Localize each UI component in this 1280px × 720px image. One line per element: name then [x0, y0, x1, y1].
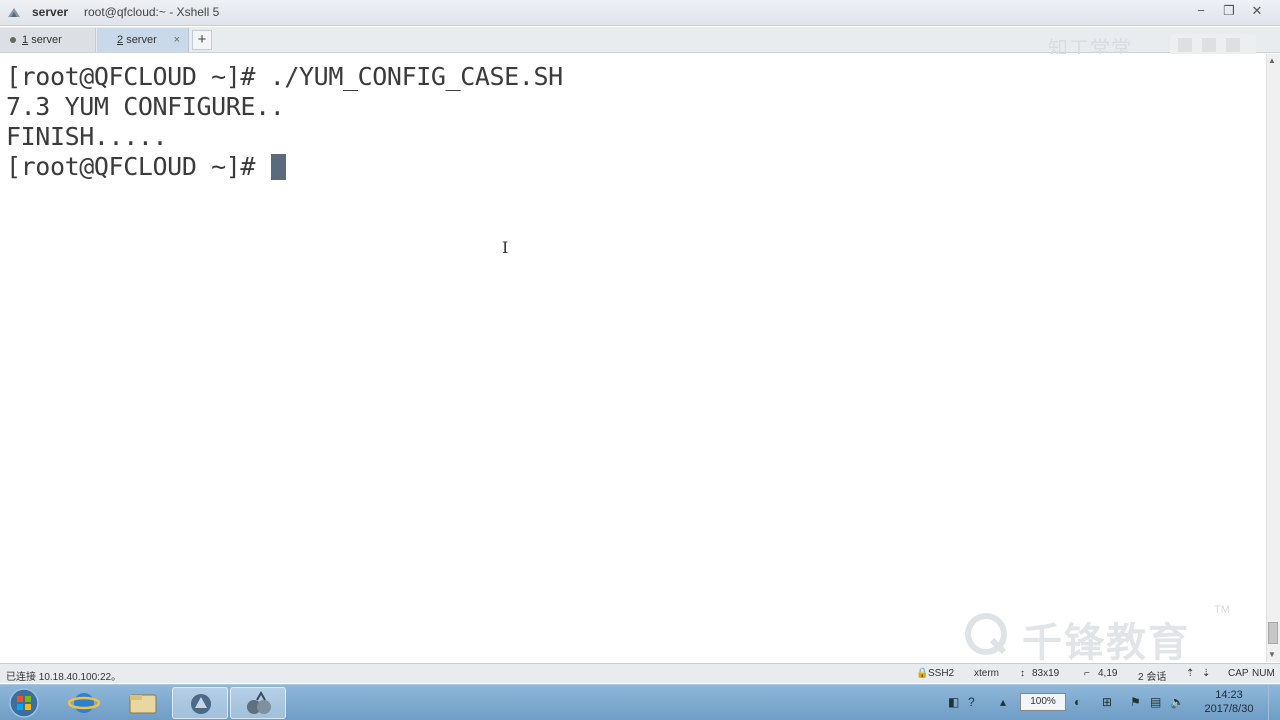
- window-title: root@qfcloud:~ - Xshell 5: [84, 5, 220, 19]
- tab-number: 1: [22, 34, 29, 46]
- network-icon[interactable]: ▤: [1150, 695, 1161, 709]
- app-name: server: [32, 5, 69, 19]
- trademark-symbol: TM: [1214, 604, 1230, 616]
- connection-status: 已连接 10.18.40.100:22。: [6, 672, 122, 683]
- tray-flag-status-icon[interactable]: ⚑: [1130, 695, 1141, 709]
- terminal-line: 7.3 YUM CONFIGURE..: [6, 92, 285, 121]
- volume-icon[interactable]: 🔈: [1170, 695, 1185, 709]
- session-count: 2 会话: [1138, 672, 1167, 683]
- restore-button[interactable]: ❐: [1218, 2, 1240, 20]
- terminal-prompt: [root@QFCLOUD ~]#: [6, 152, 270, 181]
- resize-icon: ↕: [1020, 668, 1025, 679]
- scroll-up-arrow-icon[interactable]: ▲: [1268, 56, 1276, 65]
- clock-date: 2017/8/30: [1204, 703, 1254, 715]
- tray-record-icon[interactable]: ◐: [1074, 695, 1081, 709]
- terminal-type: xterm: [974, 668, 999, 679]
- status-bar: 已连接 10.18.40.100:22。 🔒 SSH2 xterm ↕ 83x1…: [0, 663, 1280, 683]
- tab-session-1[interactable]: 1 server: [0, 28, 96, 52]
- title-bar: server root@qfcloud:~ - Xshell 5 − ❐ ✕: [0, 0, 1280, 26]
- tray-flag-icon[interactable]: ◧: [948, 695, 959, 709]
- folder-icon: [129, 694, 157, 714]
- close-tab-icon[interactable]: ×: [174, 28, 180, 52]
- position-icon: ⌐: [1084, 668, 1090, 679]
- watermark-brand-text: 千锋教育: [1022, 621, 1190, 665]
- tray-arrow-icon[interactable]: ▴: [1000, 695, 1006, 709]
- upload-arrow-icon[interactable]: ⇡: [1186, 668, 1194, 679]
- terminal-line: [root@QFCLOUD ~]# ./YUM_CONFIG_CASE.SH: [6, 62, 563, 91]
- qianfeng-logo-icon: [965, 613, 1007, 655]
- watermark-bottom: 千锋教育 TM: [962, 600, 1242, 665]
- text-cursor: [270, 154, 286, 180]
- tab-label: server: [126, 34, 157, 46]
- xshell-icon: [191, 694, 211, 714]
- download-arrow-icon[interactable]: ⇣: [1202, 668, 1210, 679]
- terminal-size: 83x19: [1032, 668, 1060, 679]
- show-desktop-button[interactable]: [1268, 685, 1280, 720]
- scroll-down-arrow-icon[interactable]: ▼: [1268, 650, 1276, 659]
- ibeam-cursor-icon: I: [502, 238, 509, 257]
- explorer-taskbar-button[interactable]: [114, 687, 170, 719]
- app-taskbar-button[interactable]: [230, 687, 286, 719]
- xshell-app-icon[interactable]: [6, 5, 22, 21]
- terminal-prompt-line: [root@QFCLOUD ~]#: [6, 152, 286, 181]
- cherry-app-icon: [247, 690, 271, 714]
- zoom-level[interactable]: 100%: [1020, 693, 1066, 711]
- status-dot-icon: [10, 37, 16, 44]
- tab-label: server: [31, 34, 62, 46]
- caps-lock-indicator: CAP: [1228, 668, 1249, 679]
- new-tab-button[interactable]: +: [192, 30, 212, 50]
- xshell-taskbar-button[interactable]: [172, 687, 228, 719]
- start-button-icon[interactable]: [6, 687, 42, 719]
- clock-time: 14:23: [1215, 689, 1243, 701]
- terminal-area[interactable]: [root@QFCLOUD ~]# ./YUM_CONFIG_CASE.SH 7…: [0, 54, 1266, 662]
- terminal-line: FINISH.....: [6, 122, 168, 151]
- internet-explorer-icon: [67, 693, 101, 713]
- cursor-position: 4,19: [1098, 668, 1118, 679]
- num-lock-indicator: NUM: [1252, 668, 1275, 679]
- close-button[interactable]: ✕: [1246, 2, 1268, 20]
- tab-session-2[interactable]: 2 server ×: [97, 28, 189, 52]
- tray-help-icon[interactable]: ?: [968, 695, 975, 709]
- tab-number: 2: [117, 34, 124, 46]
- ie-taskbar-button[interactable]: [56, 687, 112, 719]
- lock-icon: 🔒: [916, 668, 929, 679]
- protocol-status: SSH2: [928, 668, 955, 679]
- taskbar-clock[interactable]: 14:23 2017/8/30: [1198, 688, 1260, 716]
- minimize-button[interactable]: −: [1190, 2, 1212, 20]
- scrollbar-thumb[interactable]: [1268, 622, 1278, 644]
- windows-taskbar: ◧ ? ▴ 100% ◐ ⊞ ⚑ ▤ 🔈 14:23 2017/8/30: [0, 684, 1280, 720]
- tray-capture-icon[interactable]: ⊞: [1102, 695, 1112, 709]
- vertical-scrollbar[interactable]: [1266, 54, 1280, 662]
